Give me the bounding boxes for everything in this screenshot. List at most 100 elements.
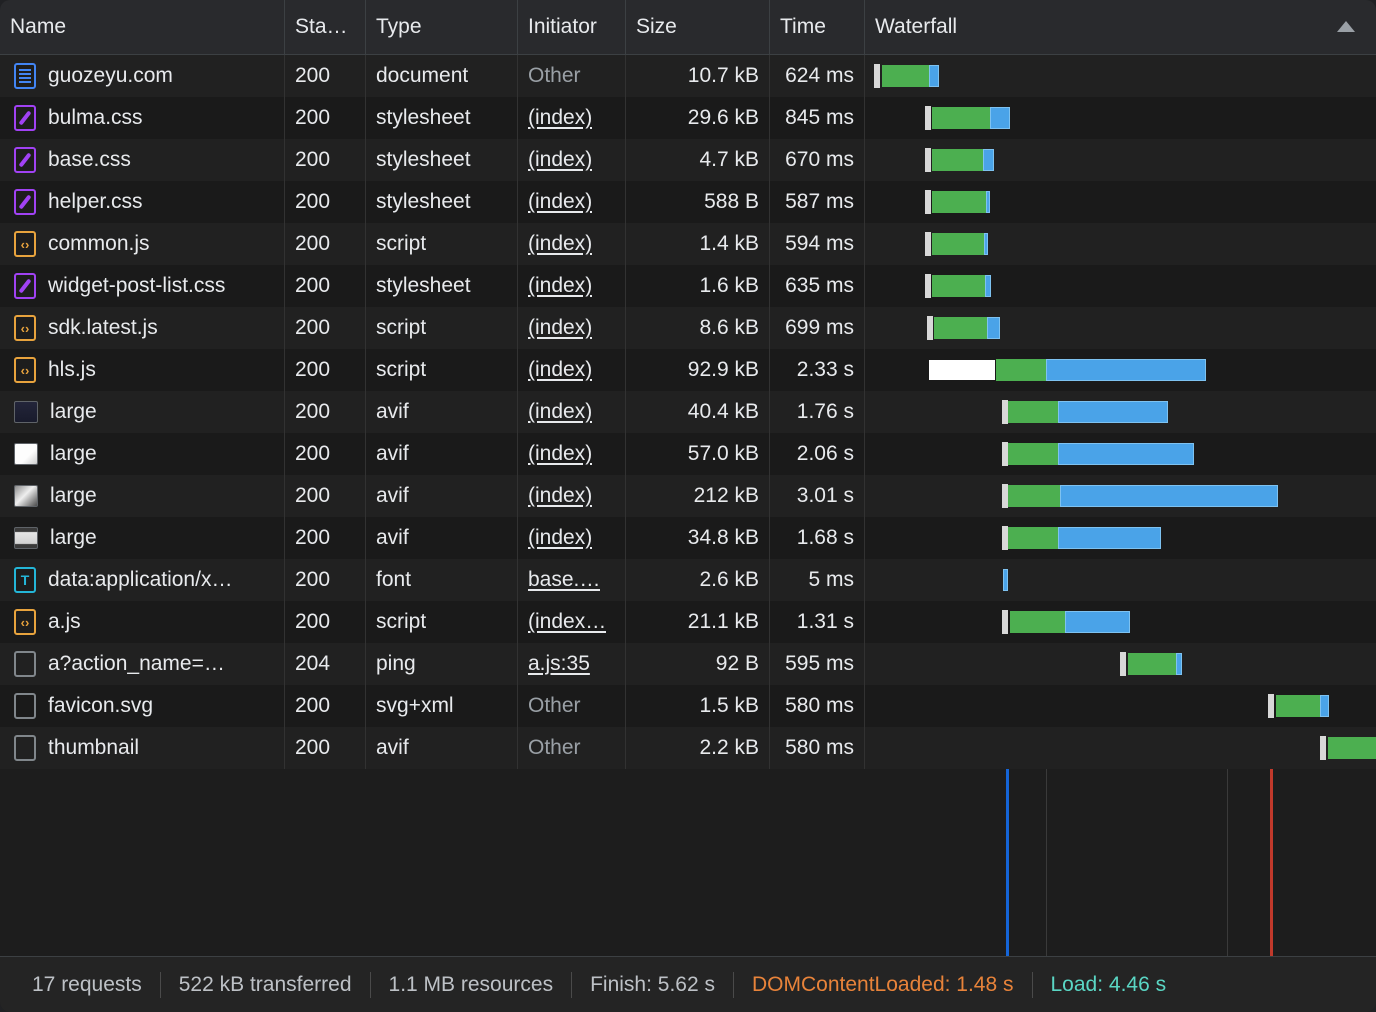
cell-name[interactable]: helper.css bbox=[0, 181, 285, 223]
cell-name[interactable]: ‹› hls.js bbox=[0, 349, 285, 391]
table-row[interactable]: large 200 avif (index) 34.8 kB 1.68 s bbox=[0, 517, 1376, 559]
cell-initiator[interactable]: a.js:35 bbox=[518, 643, 626, 685]
column-header-initiator[interactable]: Initiator bbox=[518, 0, 626, 54]
waterfall-waiting-segment bbox=[996, 359, 1046, 381]
cell-initiator[interactable]: (index) bbox=[518, 307, 626, 349]
cell-waterfall[interactable] bbox=[865, 223, 1376, 265]
cell-waterfall[interactable] bbox=[865, 55, 1376, 97]
table-row[interactable]: bulma.css 200 stylesheet (index) 29.6 kB 845 … bbox=[0, 97, 1376, 139]
request-name: guozeyu.com bbox=[48, 64, 173, 87]
table-row[interactable]: ‹› common.js 200 script (index) 1.4 kB 594 ms bbox=[0, 223, 1376, 265]
cell-name[interactable]: a?action_name=… bbox=[0, 643, 285, 685]
cell-waterfall[interactable] bbox=[865, 97, 1376, 139]
cell-name[interactable]: ‹› a.js bbox=[0, 601, 285, 643]
cell-waterfall[interactable] bbox=[865, 307, 1376, 349]
cell-size: 1.6 kB bbox=[626, 265, 770, 307]
cell-time: 2.33 s bbox=[770, 349, 865, 391]
cell-waterfall[interactable] bbox=[865, 265, 1376, 307]
table-row[interactable]: large 200 avif (index) 212 kB 3.01 s bbox=[0, 475, 1376, 517]
type-text: avif bbox=[376, 736, 409, 759]
cell-initiator[interactable]: (index) bbox=[518, 97, 626, 139]
cell-name[interactable]: bulma.css bbox=[0, 97, 285, 139]
cell-initiator[interactable]: (index) bbox=[518, 265, 626, 307]
cell-initiator[interactable]: (index) bbox=[518, 517, 626, 559]
cell-name[interactable]: large bbox=[0, 475, 285, 517]
table-row[interactable]: Tdata:application/x… 200 font base.… 2.6 kB 5… bbox=[0, 559, 1376, 601]
cell-waterfall[interactable] bbox=[865, 391, 1376, 433]
cell-initiator[interactable]: (index) bbox=[518, 349, 626, 391]
table-row[interactable]: widget-post-list.css 200 stylesheet (index)… bbox=[0, 265, 1376, 307]
cell-waterfall[interactable] bbox=[865, 559, 1376, 601]
column-header-type[interactable]: Type bbox=[366, 0, 518, 54]
cell-name[interactable]: large bbox=[0, 391, 285, 433]
cell-name[interactable]: large bbox=[0, 517, 285, 559]
waterfall-download-segment bbox=[983, 149, 994, 171]
cell-initiator[interactable]: (index) bbox=[518, 223, 626, 265]
cell-name[interactable]: favicon.svg bbox=[0, 685, 285, 727]
cell-name[interactable]: thumbnail bbox=[0, 727, 285, 769]
sort-ascending-icon[interactable] bbox=[1337, 21, 1355, 32]
table-row[interactable]: a?action_name=… 204 ping a.js:35 92 B 595 ms bbox=[0, 643, 1376, 685]
cell-name[interactable]: base.css bbox=[0, 139, 285, 181]
type-text: avif bbox=[376, 484, 409, 507]
column-header-name[interactable]: Name bbox=[0, 0, 285, 54]
table-row[interactable]: guozeyu.com 200 document Other 10.7 kB 624 ms bbox=[0, 55, 1376, 97]
cell-waterfall[interactable] bbox=[865, 601, 1376, 643]
cell-waterfall[interactable] bbox=[865, 517, 1376, 559]
cell-size: 34.8 kB bbox=[626, 517, 770, 559]
column-header-time[interactable]: Time bbox=[770, 0, 865, 54]
cell-type: script bbox=[366, 307, 518, 349]
waterfall-queueing-segment bbox=[925, 148, 931, 172]
cell-waterfall[interactable] bbox=[865, 685, 1376, 727]
table-row[interactable]: ‹› sdk.latest.js 200 script (index) 8.6 kB 699… bbox=[0, 307, 1376, 349]
status-text: 204 bbox=[295, 652, 331, 675]
waterfall-bar-group bbox=[865, 517, 1376, 559]
table-row[interactable]: large 200 avif (index) 57.0 kB 2.06 s bbox=[0, 433, 1376, 475]
requests-table-body[interactable]: guozeyu.com 200 document Other 10.7 kB 624 ms… bbox=[0, 55, 1376, 956]
cell-waterfall[interactable] bbox=[865, 475, 1376, 517]
table-row[interactable]: thumbnail 200 avif Other 2.2 kB 580 ms bbox=[0, 727, 1376, 769]
cell-type: avif bbox=[366, 727, 518, 769]
cell-size: 57.0 kB bbox=[626, 433, 770, 475]
table-row[interactable]: favicon.svg 200 svg+xml Other 1.5 kB 580 ms bbox=[0, 685, 1376, 727]
column-header-status[interactable]: Sta… bbox=[285, 0, 366, 54]
request-name: bulma.css bbox=[48, 106, 143, 129]
cell-name[interactable]: guozeyu.com bbox=[0, 55, 285, 97]
cell-waterfall[interactable] bbox=[865, 139, 1376, 181]
waterfall-waiting-segment bbox=[1276, 695, 1320, 717]
cell-size: 40.4 kB bbox=[626, 391, 770, 433]
cell-initiator[interactable]: (index) bbox=[518, 181, 626, 223]
table-row[interactable]: base.css 200 stylesheet (index) 4.7 kB 670 ms bbox=[0, 139, 1376, 181]
cell-type: avif bbox=[366, 517, 518, 559]
cell-time: 3.01 s bbox=[770, 475, 865, 517]
cell-name[interactable]: ‹› sdk.latest.js bbox=[0, 307, 285, 349]
table-row[interactable]: helper.css 200 stylesheet (index) 588 B 587 m… bbox=[0, 181, 1376, 223]
cell-initiator[interactable]: (index) bbox=[518, 433, 626, 475]
table-row[interactable]: ‹› hls.js 200 script (index) 92.9 kB 2.33 s bbox=[0, 349, 1376, 391]
cell-type: document bbox=[366, 55, 518, 97]
table-row[interactable]: large 200 avif (index) 40.4 kB 1.76 s bbox=[0, 391, 1376, 433]
cell-name[interactable]: ‹› common.js bbox=[0, 223, 285, 265]
initiator-link: base.… bbox=[528, 568, 601, 591]
cell-initiator[interactable]: (index… bbox=[518, 601, 626, 643]
cell-name[interactable]: large bbox=[0, 433, 285, 475]
script-icon: ‹› bbox=[14, 609, 36, 635]
cell-initiator[interactable]: base.… bbox=[518, 559, 626, 601]
cell-waterfall[interactable] bbox=[865, 643, 1376, 685]
table-row[interactable]: ‹› a.js 200 script (index… 21.1 kB 1.31 s bbox=[0, 601, 1376, 643]
column-header-waterfall[interactable]: Waterfall bbox=[865, 0, 1376, 54]
cell-waterfall[interactable] bbox=[865, 727, 1376, 769]
cell-initiator[interactable]: (index) bbox=[518, 475, 626, 517]
cell-waterfall[interactable] bbox=[865, 181, 1376, 223]
cell-initiator[interactable]: (index) bbox=[518, 391, 626, 433]
cell-name[interactable]: widget-post-list.css bbox=[0, 265, 285, 307]
cell-size: 212 kB bbox=[626, 475, 770, 517]
column-header-size[interactable]: Size bbox=[626, 0, 770, 54]
cell-waterfall[interactable] bbox=[865, 433, 1376, 475]
waterfall-queueing-segment bbox=[925, 190, 931, 214]
cell-waterfall[interactable] bbox=[865, 349, 1376, 391]
cell-name[interactable]: Tdata:application/x… bbox=[0, 559, 285, 601]
cell-status: 204 bbox=[285, 643, 366, 685]
cell-initiator[interactable]: (index) bbox=[518, 139, 626, 181]
time-text: 624 ms bbox=[785, 64, 854, 87]
